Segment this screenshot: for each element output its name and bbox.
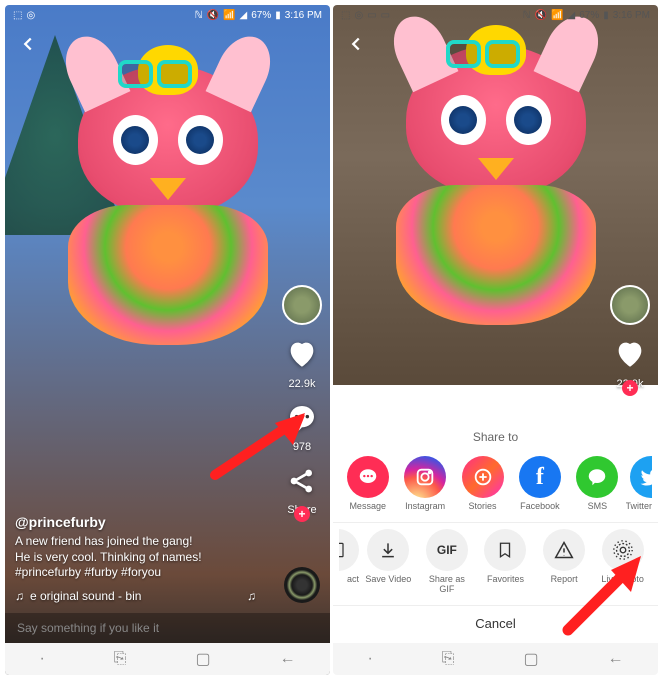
action-icon xyxy=(339,529,359,571)
share-instagram[interactable]: Instagram xyxy=(396,456,453,512)
status-icon: ◎ xyxy=(26,10,35,21)
gif-icon: GIF xyxy=(426,529,468,571)
share-label: act xyxy=(347,575,359,585)
sms-icon xyxy=(576,456,618,498)
download-icon xyxy=(367,529,409,571)
music-note-icon: ♫ xyxy=(15,589,24,603)
battery-icon: ▮ xyxy=(603,10,609,21)
follow-plus-icon[interactable]: + xyxy=(294,506,310,522)
comment-count: 978 xyxy=(293,441,311,453)
stories-icon xyxy=(462,456,504,498)
message-icon xyxy=(347,456,389,498)
video-username[interactable]: @princefurby xyxy=(15,514,260,530)
music-label: e original sound - bin xyxy=(30,589,141,603)
nfc-icon: ℕ xyxy=(195,10,203,21)
music-small-icon: ♫ xyxy=(247,589,256,603)
like-count: 22.9k xyxy=(289,378,316,390)
nav-back[interactable]: ← xyxy=(279,650,295,668)
status-icon: ▭ xyxy=(367,10,376,21)
status-bar: ⬚ ◎ ℕ 🔇 📶 ◢ 67% ▮ 3:16 PM xyxy=(5,5,330,25)
nav-back[interactable]: ← xyxy=(607,650,623,668)
share-label: Twitter xyxy=(626,502,652,512)
twitter-icon xyxy=(630,456,652,498)
status-bar: ⬚ ◎ ▭ ▭ ℕ 🔇 📶 ◢ 67% ▮ 3:16 PM xyxy=(333,5,658,25)
comment-input[interactable]: Say something if you like it xyxy=(5,613,330,643)
share-report[interactable]: Report xyxy=(535,529,594,595)
share-label: SMS xyxy=(588,502,608,512)
nav-home[interactable]: ▢ xyxy=(523,649,538,669)
share-label: Favorites xyxy=(487,575,524,585)
share-label: Live Photo xyxy=(601,575,644,585)
status-icon: ⬚ xyxy=(341,10,350,21)
share-icon xyxy=(286,465,318,502)
share-row-apps: Message Instagram Stories fFacebook SMS … xyxy=(333,456,658,512)
nav-recents[interactable]: ⎘ xyxy=(442,650,455,668)
cancel-button[interactable]: Cancel xyxy=(333,605,658,635)
share-label: Stories xyxy=(469,502,497,512)
share-live-photo[interactable]: Live Photo xyxy=(593,529,652,595)
share-label: Message xyxy=(349,502,386,512)
nav-dot[interactable]: · xyxy=(39,650,44,668)
signal-icon: ◢ xyxy=(568,10,576,21)
share-label: Instagram xyxy=(405,502,445,512)
android-nav-bar: · ⎘ ▢ ← xyxy=(333,643,658,675)
share-row-actions: act Save Video GIF Share as GIF Favorites… xyxy=(333,529,658,595)
spinning-disc[interactable] xyxy=(284,567,320,603)
phone-left-video-view: ⬚ ◎ ℕ 🔇 📶 ◢ 67% ▮ 3:16 PM + 2 xyxy=(5,5,330,675)
status-icon: ◎ xyxy=(354,10,363,21)
phone-right-share-sheet: ⬚ ◎ ▭ ▭ ℕ 🔇 📶 ◢ 67% ▮ 3:16 PM + 22.9k xyxy=(333,5,658,675)
live-photo-icon xyxy=(602,529,644,571)
comment-icon xyxy=(286,402,318,439)
bookmark-icon xyxy=(484,529,526,571)
mute-icon: 🔇 xyxy=(207,10,219,21)
facebook-icon: f xyxy=(519,456,561,498)
battery-percent: 67% xyxy=(579,10,599,21)
clock: 3:16 PM xyxy=(613,10,650,21)
video-caption[interactable]: A new friend has joined the gang! He is … xyxy=(15,534,260,581)
instagram-icon xyxy=(404,456,446,498)
share-sms[interactable]: SMS xyxy=(569,456,626,512)
like-button[interactable]: 22.9k xyxy=(285,337,319,390)
nav-dot[interactable]: · xyxy=(367,650,372,668)
share-favorites[interactable]: Favorites xyxy=(476,529,535,595)
share-save-video[interactable]: Save Video xyxy=(359,529,418,595)
share-label: Facebook xyxy=(520,502,560,512)
share-label: Report xyxy=(551,575,578,585)
signal-icon: ◢ xyxy=(240,10,248,21)
heart-icon xyxy=(613,337,647,376)
nav-home[interactable]: ▢ xyxy=(195,649,210,669)
share-sheet: Share to Message Instagram Stories f Face… xyxy=(333,418,658,643)
wifi-icon: 📶 xyxy=(223,10,235,21)
author-avatar[interactable]: + xyxy=(282,285,322,325)
share-twitter[interactable]: Twitter xyxy=(626,456,652,512)
share-stories[interactable]: Stories xyxy=(454,456,511,512)
share-action-cut[interactable]: act xyxy=(339,529,359,595)
wifi-icon: 📶 xyxy=(551,10,563,21)
share-title: Share to xyxy=(333,430,658,444)
music-info[interactable]: ♫ e original sound - bin ♫ xyxy=(15,589,260,603)
warning-icon xyxy=(543,529,585,571)
nfc-icon: ℕ xyxy=(523,10,531,21)
mute-icon: 🔇 xyxy=(535,10,547,21)
nav-recents[interactable]: ⎘ xyxy=(114,650,127,668)
share-label: Save Video xyxy=(365,575,411,585)
share-gif[interactable]: GIF Share as GIF xyxy=(418,529,477,595)
battery-percent: 67% xyxy=(251,10,271,21)
status-icon: ▭ xyxy=(381,10,390,21)
status-icon: ⬚ xyxy=(13,10,22,21)
share-message[interactable]: Message xyxy=(339,456,396,512)
author-avatar[interactable]: + xyxy=(610,285,650,325)
back-button[interactable] xyxy=(345,33,367,60)
share-label: Share as GIF xyxy=(429,575,465,595)
share-facebook[interactable]: f Facebook xyxy=(511,456,568,512)
battery-icon: ▮ xyxy=(275,10,281,21)
heart-icon xyxy=(285,337,319,376)
comment-button[interactable]: 978 xyxy=(286,402,318,453)
comment-placeholder: Say something if you like it xyxy=(17,621,159,635)
android-nav-bar: · ⎘ ▢ ← xyxy=(5,643,330,675)
back-button[interactable] xyxy=(17,33,39,60)
clock: 3:16 PM xyxy=(285,10,322,21)
